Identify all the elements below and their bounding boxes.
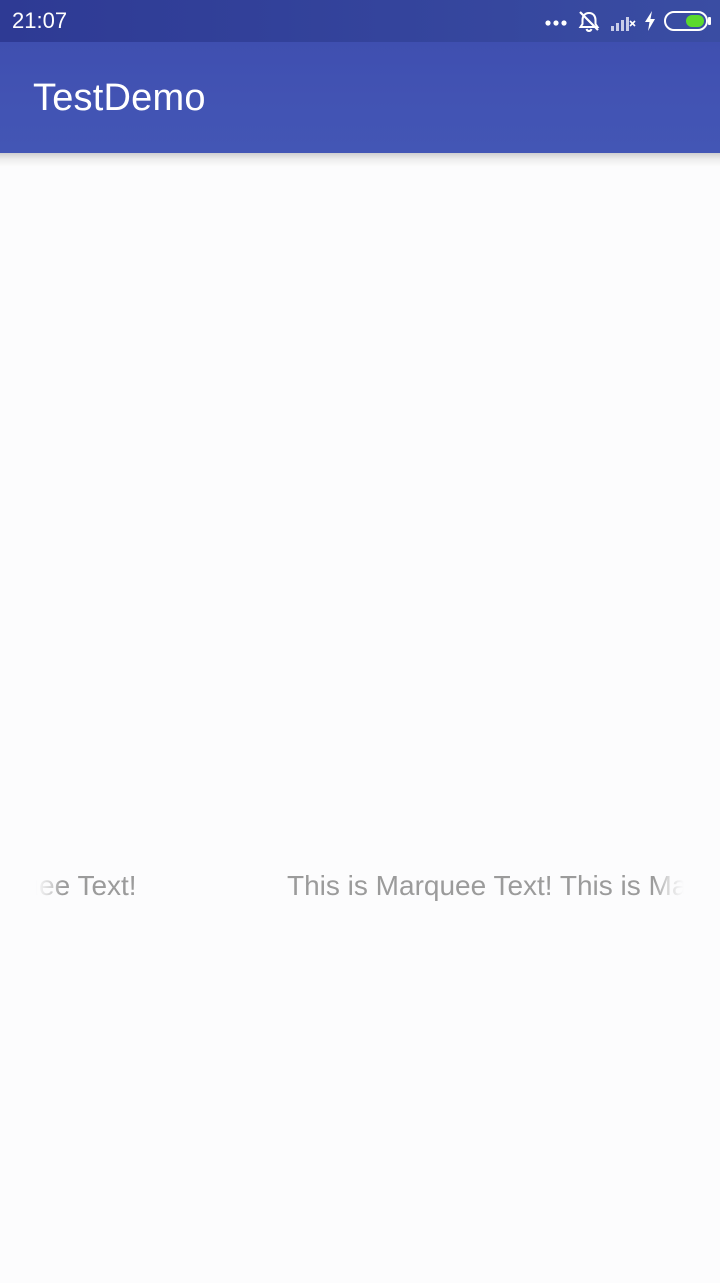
charging-bolt-icon (645, 11, 655, 31)
signal-icon (611, 17, 636, 31)
content-area: This is Marquee Text! This is Marquee Te… (0, 167, 720, 1283)
marquee-text-view[interactable]: This is Marquee Text! This is Marquee Te… (36, 867, 684, 907)
status-icons (544, 7, 712, 35)
battery-icon (664, 11, 711, 31)
alarm-off-icon (578, 11, 600, 33)
status-time: 21:07 (12, 8, 68, 33)
more-dots-icon (545, 20, 567, 26)
app-title: TestDemo (33, 77, 206, 119)
screen: 21:07 TestDemo Text! This is Marquee Tex… (0, 0, 720, 1283)
marquee-text-segment: This is Marquee Text! This is Marquee Te… (287, 870, 684, 901)
app-bar-shadow (0, 153, 720, 167)
app-bar: TestDemo (0, 42, 720, 153)
marquee-fade-left (36, 867, 62, 907)
status-bar: 21:07 (0, 0, 720, 42)
marquee-fade-right (654, 867, 684, 907)
